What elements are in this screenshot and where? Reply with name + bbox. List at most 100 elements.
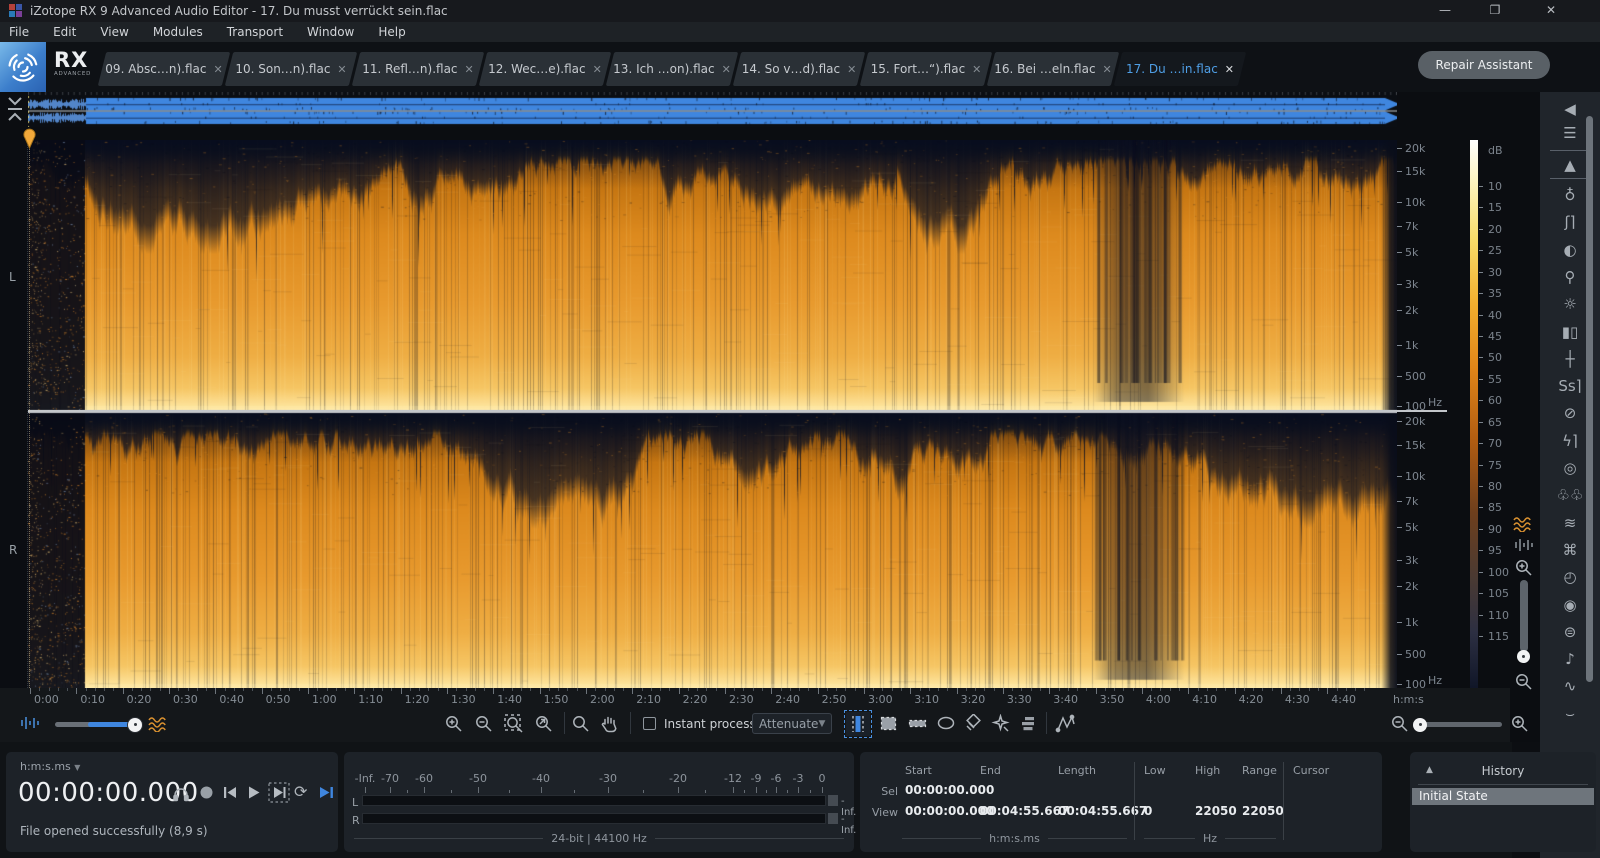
minimize-button[interactable]: —: [1422, 0, 1468, 22]
meter-clip-right[interactable]: [828, 813, 838, 824]
menu-window[interactable]: Window: [307, 25, 354, 39]
time-tick-minor: [1355, 688, 1357, 691]
vertical-zoom-out-icon[interactable]: [1514, 672, 1533, 695]
menu-view[interactable]: View: [100, 25, 128, 39]
time-format-selector[interactable]: h:m:s.ms ▼: [20, 760, 80, 773]
overview-collapse-icon[interactable]: [5, 96, 25, 122]
loop-playback-button[interactable]: ⟳: [294, 784, 307, 800]
horizontal-zoom-slider[interactable]: [1414, 722, 1502, 727]
channel-separator[interactable]: [28, 410, 1447, 412]
horizontal-zoom-knob[interactable]: [1413, 717, 1427, 732]
hand-tool-icon[interactable]: [600, 714, 619, 733]
collapse-panel-icon[interactable]: ◀: [1540, 100, 1600, 118]
time-tick-minor: [1160, 688, 1162, 691]
view-low-value[interactable]: 0: [1144, 804, 1152, 818]
db-tick: [1479, 207, 1483, 209]
play-selection-button[interactable]: [268, 782, 290, 803]
view-high-value[interactable]: 22050: [1195, 804, 1237, 818]
tab-close-icon[interactable]: ✕: [722, 63, 731, 76]
menu-file[interactable]: File: [9, 25, 29, 39]
time-ruler[interactable]: 0:00 0:10 0:20 0:30 0:40 0:50 1:00 1:10 1:20 1:30…: [0, 688, 1510, 706]
spectrogram-view-icon[interactable]: [1513, 516, 1535, 532]
tab-close-icon[interactable]: ✕: [1225, 63, 1234, 76]
tab-close-icon[interactable]: ✕: [593, 63, 602, 76]
menu-modules[interactable]: Modules: [153, 25, 203, 39]
meter-scale-label: -20: [669, 772, 687, 785]
db-tick: [1479, 571, 1483, 573]
menu-help[interactable]: Help: [378, 25, 405, 39]
vertical-zoom-knob[interactable]: [1517, 650, 1530, 663]
blend-slider-knob[interactable]: [128, 717, 142, 732]
menu-edit[interactable]: Edit: [53, 25, 76, 39]
process-mode-dropdown[interactable]: Attenuate ▼: [752, 713, 832, 734]
history-divider: [1418, 784, 1588, 785]
tab-close-icon[interactable]: ✕: [465, 63, 474, 76]
time-selection-tool[interactable]: [844, 710, 872, 738]
maximize-button[interactable]: ❐: [1472, 0, 1518, 22]
instant-process-checkbox[interactable]: [643, 717, 656, 730]
file-tab[interactable]: 15. Fort…“).flac ✕: [859, 52, 993, 86]
return-to-start-button[interactable]: [222, 785, 238, 800]
waveform-view-icon[interactable]: [1513, 538, 1535, 552]
file-tab[interactable]: 12. Wec…e).flac ✕: [478, 52, 612, 86]
play-button[interactable]: [246, 785, 261, 800]
process-mode-value: Attenuate: [759, 716, 819, 731]
brush-selection-tool[interactable]: [963, 714, 982, 733]
tab-close-icon[interactable]: ✕: [847, 63, 856, 76]
file-tab[interactable]: 13. Ich …on).flac ✕: [605, 52, 739, 86]
file-tab[interactable]: 17. Du …in.flac ✕: [1113, 52, 1247, 86]
toolbar-divider: [564, 712, 565, 734]
spectrogram-blend-icon[interactable]: [148, 716, 170, 732]
zoom-out-time-icon[interactable]: [474, 714, 493, 733]
zoom-in-time-icon[interactable]: [444, 714, 463, 733]
view-end-value[interactable]: 00:04:55.667: [980, 804, 1069, 818]
monitor-headphones-icon[interactable]: [172, 785, 190, 802]
playhead-pin[interactable]: [22, 127, 37, 149]
time-tick-minor: [789, 688, 791, 691]
amplitude-bars-tool[interactable]: [1019, 714, 1038, 733]
lasso-selection-tool[interactable]: [936, 714, 956, 733]
record-button[interactable]: [199, 785, 214, 800]
db-tick-label: 90: [1488, 522, 1502, 536]
tab-close-icon[interactable]: ✕: [337, 63, 346, 76]
zoom-selection-icon[interactable]: [504, 714, 525, 733]
freq-tick: [1397, 376, 1402, 378]
izotope-logo[interactable]: [0, 42, 46, 92]
time-tick-label: 3:20: [960, 693, 986, 706]
horizontal-zoom-in-icon[interactable]: [1510, 714, 1529, 733]
freehand-draw-tool[interactable]: [1055, 713, 1077, 734]
tab-close-icon[interactable]: ✕: [213, 63, 222, 76]
play-to-end-button[interactable]: [318, 785, 335, 800]
tab-close-icon[interactable]: ✕: [1103, 63, 1112, 76]
mouth-de-click-icon[interactable]: ⌣: [1540, 705, 1600, 723]
vertical-zoom-slider[interactable]: [1520, 580, 1528, 652]
vertical-zoom-in-icon[interactable]: [1514, 558, 1533, 581]
spectrogram-canvas[interactable]: [28, 140, 1397, 688]
playhead-line: [29, 140, 30, 688]
time-frequency-selection-tool[interactable]: [879, 714, 898, 733]
file-tab[interactable]: 11. Refl…n).flac ✕: [351, 52, 485, 86]
frequency-selection-tool[interactable]: [908, 714, 927, 733]
repair-assistant-button[interactable]: Repair Assistant: [1418, 51, 1550, 79]
file-tab[interactable]: 09. Absc…n).flac ✕: [97, 52, 231, 86]
overview-waveform[interactable]: [28, 92, 1397, 127]
waveform-blend-icon[interactable]: [20, 715, 40, 731]
close-button[interactable]: ✕: [1528, 0, 1574, 22]
file-tab[interactable]: 10. Son…n).flac ✕: [224, 52, 358, 86]
menu-transport[interactable]: Transport: [227, 25, 283, 39]
file-tab[interactable]: 14. So v…d).flac ✕: [732, 52, 866, 86]
time-tick-label: 2:20: [682, 693, 708, 706]
magic-wand-tool[interactable]: [991, 714, 1010, 733]
tab-close-icon[interactable]: ✕: [972, 63, 981, 76]
time-tick-minor: [1197, 688, 1199, 691]
zoom-fit-icon[interactable]: [534, 714, 553, 733]
history-item[interactable]: Initial State: [1412, 788, 1594, 805]
meter-clip-left[interactable]: [828, 795, 838, 806]
file-tab[interactable]: 16. Bei …eln.flac ✕: [986, 52, 1120, 86]
sidebar-scrollbar[interactable]: [1586, 116, 1593, 682]
horizontal-zoom-out-icon[interactable]: [1390, 714, 1409, 733]
sel-start-value[interactable]: 00:00:00.000: [905, 783, 994, 797]
magnify-tool-icon[interactable]: [571, 714, 590, 733]
time-tick-minor: [938, 688, 940, 691]
view-range-value[interactable]: 22050: [1242, 804, 1284, 818]
